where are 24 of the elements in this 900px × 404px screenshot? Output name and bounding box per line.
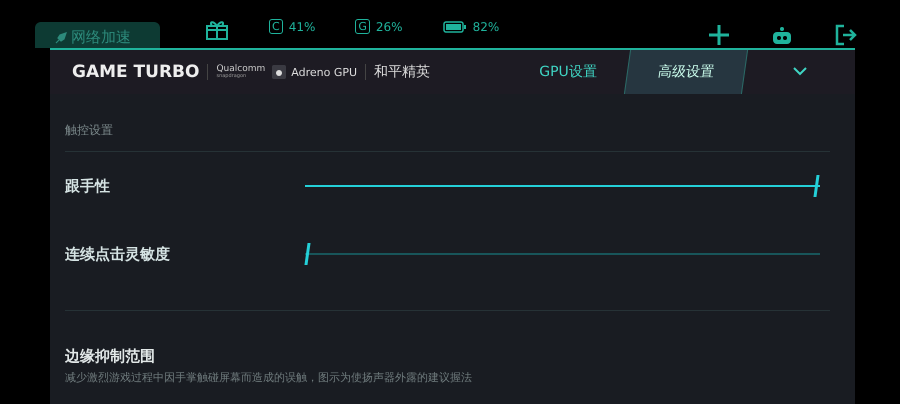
game-name: 和平精英 [374, 63, 430, 81]
gpu-chip-icon [271, 64, 288, 80]
stat-badge-icon: G [355, 19, 370, 34]
plus-icon[interactable] [708, 24, 730, 46]
slider-label: 连续点击灵敏度 [65, 244, 171, 264]
slider-thumb[interactable] [813, 175, 820, 197]
rocket-icon [55, 32, 67, 44]
exit-icon[interactable] [834, 23, 858, 47]
chevron-down-icon [793, 67, 807, 76]
slider-thumb[interactable] [304, 243, 311, 265]
app-title: GAME TURBO [72, 62, 200, 82]
stat-badge-icon: C [269, 19, 283, 34]
section-title: 触控设置 [65, 122, 114, 139]
battery-value: 82% [472, 20, 500, 34]
robot-icon[interactable] [770, 26, 794, 46]
setting-description: 减少激烈游戏过程中因手掌触碰屏幕而造成的误触，图示为使扬声器外露的建议握法 [65, 370, 473, 385]
stat-value: 26% [376, 20, 403, 34]
gpu-name: Adreno GPU [291, 66, 358, 78]
gift-icon[interactable] [205, 18, 229, 40]
battery-icon [442, 21, 467, 33]
stat-value: 41% [288, 20, 316, 34]
slider-label: 跟手性 [65, 176, 111, 196]
settings-tab[interactable]: 高级设置 [624, 50, 748, 94]
setting-title: 边缘抑制范围 [65, 347, 156, 366]
